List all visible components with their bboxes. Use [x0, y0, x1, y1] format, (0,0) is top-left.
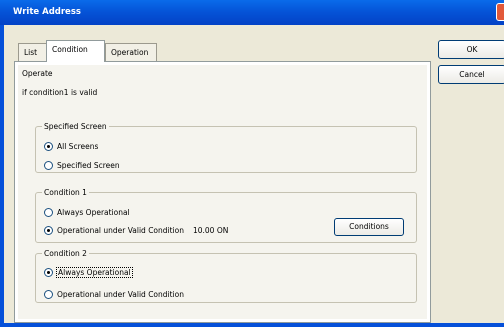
- radio-indicator: [44, 208, 53, 217]
- radio-indicator: [44, 161, 53, 170]
- condition1-legend: Condition 1: [44, 188, 87, 197]
- conditions-button[interactable]: Conditions: [334, 218, 404, 236]
- tab-list-label: List: [24, 48, 38, 57]
- ok-button-label: OK: [466, 45, 478, 54]
- operate-summary: if condition1 is valid: [22, 88, 98, 97]
- close-button[interactable]: [496, 3, 504, 21]
- radio-indicator: [44, 268, 53, 277]
- radio-c2-valid-label: Operational under Valid Condition: [57, 290, 184, 299]
- tab-operation[interactable]: Operation: [105, 43, 157, 61]
- ok-button[interactable]: OK: [438, 40, 504, 59]
- tab-list[interactable]: List: [18, 43, 47, 61]
- condition2-legend: Condition 2: [44, 249, 87, 258]
- radio-c1-valid-label: Operational under Valid Condition: [57, 226, 184, 235]
- tab-condition-label: Condition: [52, 45, 88, 54]
- radio-c1-always[interactable]: Always Operational: [44, 208, 130, 217]
- radio-indicator: [44, 226, 53, 235]
- tab-condition[interactable]: Condition: [46, 40, 105, 62]
- radio-c2-always-label: Always Operational: [56, 267, 133, 278]
- condition1-value: 10.00 ON: [192, 226, 229, 235]
- radio-c2-always[interactable]: Always Operational: [44, 267, 133, 278]
- conditions-button-label: Conditions: [349, 222, 389, 231]
- radio-all-screens-label: All Screens: [57, 142, 99, 151]
- radio-all-screens[interactable]: All Screens: [44, 142, 98, 151]
- tab-operation-label: Operation: [111, 48, 149, 57]
- specified-screen-legend: Specified Screen: [44, 122, 107, 131]
- radio-c1-valid[interactable]: Operational under Valid Condition 10.00 …: [44, 226, 228, 235]
- radio-specified-screen[interactable]: Specified Screen: [44, 161, 120, 170]
- window-title: Write Address: [13, 7, 81, 17]
- title-bar: Write Address: [0, 0, 504, 25]
- operate-heading: Operate: [22, 69, 53, 78]
- radio-indicator: [44, 142, 53, 151]
- window-frame-bottom: [0, 323, 504, 327]
- cancel-button-label: Cancel: [459, 70, 485, 79]
- radio-indicator: [44, 290, 53, 299]
- window-frame-left: [0, 25, 4, 327]
- radio-c1-always-label: Always Operational: [57, 208, 130, 217]
- radio-specified-screen-label: Specified Screen: [57, 161, 120, 170]
- cancel-button[interactable]: Cancel: [438, 65, 504, 84]
- radio-c2-valid[interactable]: Operational under Valid Condition: [44, 290, 184, 299]
